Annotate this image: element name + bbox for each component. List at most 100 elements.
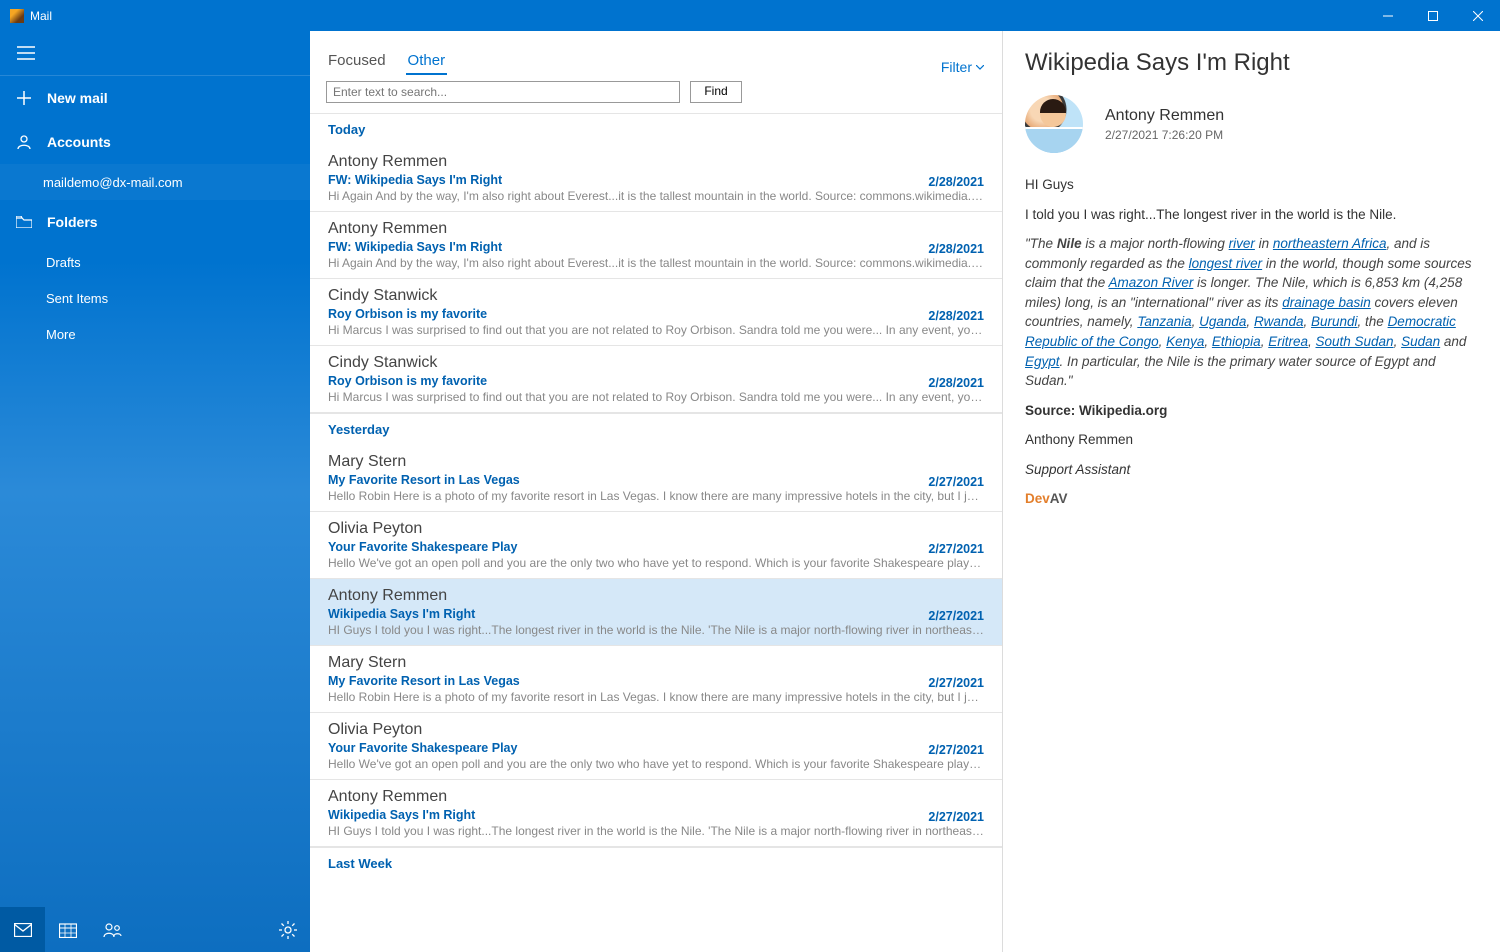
app-body: New mail Accounts maildemo@dx-mail.com F… xyxy=(0,31,1500,952)
mail-item[interactable]: Mary Stern My Favorite Resort in Las Vega… xyxy=(310,445,1002,512)
sidebar-bottom-bar xyxy=(0,907,310,952)
mail-date: 2/28/2021 xyxy=(928,376,984,390)
close-button[interactable] xyxy=(1455,0,1500,31)
link-ethiopia[interactable]: Ethiopia xyxy=(1212,334,1261,349)
mail-preview: Hello We've got an open poll and you are… xyxy=(328,556,984,570)
mail-subject: FW: Wikipedia Says I'm Right xyxy=(328,240,984,254)
folders-header[interactable]: Folders xyxy=(0,200,310,244)
mail-preview: Hi Again And by the way, I'm also right … xyxy=(328,189,984,203)
signature-role: Support Assistant xyxy=(1025,460,1478,480)
folder-icon xyxy=(15,213,33,231)
link-egypt[interactable]: Egypt xyxy=(1025,354,1060,369)
tab-focused[interactable]: Focused xyxy=(326,48,388,75)
folders-label: Folders xyxy=(47,214,98,230)
hamburger-button[interactable] xyxy=(0,31,310,76)
message-author-block: Antony Remmen 2/27/2021 7:26:20 PM xyxy=(1025,95,1478,153)
mail-date: 2/27/2021 xyxy=(928,810,984,824)
search-input[interactable] xyxy=(326,81,680,103)
message-quote: "The Nile is a major north-flowing river… xyxy=(1025,234,1478,391)
person-icon xyxy=(15,133,33,151)
message-author-name: Antony Remmen xyxy=(1105,107,1224,125)
new-mail-button[interactable]: New mail xyxy=(0,76,310,120)
account-email: maildemo@dx-mail.com xyxy=(43,175,183,190)
message-title: Wikipedia Says I'm Right xyxy=(1025,49,1478,77)
message-list-scroll[interactable]: Today Antony Remmen FW: Wikipedia Says I'm… xyxy=(310,113,1002,952)
people-nav-button[interactable] xyxy=(90,907,135,952)
folder-more[interactable]: More xyxy=(0,316,310,352)
group-header-today: Today xyxy=(310,113,1002,145)
mail-date: 2/28/2021 xyxy=(928,242,984,256)
mail-sender: Antony Remmen xyxy=(328,587,984,605)
link-uganda[interactable]: Uganda xyxy=(1199,314,1246,329)
mail-item[interactable]: Antony Remmen Wikipedia Says I'm Right2/2… xyxy=(310,579,1002,646)
people-icon xyxy=(103,923,123,937)
mail-subject: Wikipedia Says I'm Right xyxy=(328,607,984,621)
filter-dropdown[interactable]: Filter xyxy=(941,59,986,75)
mail-preview: Hello Robin Here is a photo of my favori… xyxy=(328,690,984,704)
new-mail-label: New mail xyxy=(47,90,108,106)
link-rwanda[interactable]: Rwanda xyxy=(1254,314,1304,329)
mail-nav-button[interactable] xyxy=(0,907,45,952)
settings-button[interactable] xyxy=(265,907,310,952)
message-sent-time: 2/27/2021 7:26:20 PM xyxy=(1105,128,1224,142)
mail-item[interactable]: Antony RemmenWikipedia Says I'm Right2/2… xyxy=(310,780,1002,847)
link-drainage[interactable]: drainage basin xyxy=(1282,295,1371,310)
link-burundi[interactable]: Burundi xyxy=(1311,314,1358,329)
mail-date: 2/27/2021 xyxy=(928,475,984,489)
mail-item[interactable]: Olivia Peyton Your Favorite Shakespeare P… xyxy=(310,512,1002,579)
mail-preview: HI Guys I told you I was right...The lon… xyxy=(328,824,984,838)
mail-preview: HI Guys I told you I was right...The lon… xyxy=(328,623,984,637)
link-river[interactable]: river xyxy=(1229,236,1255,251)
avatar xyxy=(1025,95,1083,153)
link-tanzania[interactable]: Tanzania xyxy=(1137,314,1191,329)
link-ne-africa[interactable]: northeastern Africa xyxy=(1273,236,1387,251)
link-sudan[interactable]: Sudan xyxy=(1401,334,1440,349)
mail-item[interactable]: Olivia PeytonYour Favorite Shakespeare P… xyxy=(310,713,1002,780)
folder-drafts[interactable]: Drafts xyxy=(0,244,310,280)
mail-subject: My Favorite Resort in Las Vegas xyxy=(328,473,984,487)
link-south-sudan[interactable]: South Sudan xyxy=(1316,334,1394,349)
app-icon xyxy=(10,9,24,23)
calendar-nav-button[interactable] xyxy=(45,907,90,952)
folder-sent-items[interactable]: Sent Items xyxy=(0,280,310,316)
gear-icon xyxy=(279,921,297,939)
mail-item[interactable]: Antony RemmenFW: Wikipedia Says I'm Righ… xyxy=(310,145,1002,212)
mail-subject: Your Favorite Shakespeare Play xyxy=(328,741,984,755)
link-amazon[interactable]: Amazon River xyxy=(1109,275,1194,290)
account-item-active[interactable]: maildemo@dx-mail.com xyxy=(0,164,310,200)
mail-subject: Your Favorite Shakespeare Play xyxy=(328,540,984,554)
accounts-header[interactable]: Accounts xyxy=(0,120,310,164)
mail-preview: Hi Marcus I was surprised to find out th… xyxy=(328,390,984,404)
mail-preview: Hi Marcus I was surprised to find out th… xyxy=(328,323,984,337)
mail-item[interactable]: Cindy StanwickRoy Orbison is my favorite… xyxy=(310,279,1002,346)
mail-sender: Antony Remmen xyxy=(328,220,984,238)
maximize-button[interactable] xyxy=(1410,0,1455,31)
link-eritrea[interactable]: Eritrea xyxy=(1268,334,1308,349)
app-title: Mail xyxy=(30,9,52,23)
mail-date: 2/27/2021 xyxy=(928,542,984,556)
message-body-line: I told you I was right...The longest riv… xyxy=(1025,205,1478,225)
mail-item[interactable]: Cindy StanwickRoy Orbison is my favorite… xyxy=(310,346,1002,413)
signature-name: Anthony Remmen xyxy=(1025,430,1478,450)
mail-date: 2/27/2021 xyxy=(928,743,984,757)
tab-other[interactable]: Other xyxy=(406,48,448,75)
mail-item[interactable]: Antony Remmen FW: Wikipedia Says I'm Righ… xyxy=(310,212,1002,279)
mail-sender: Antony Remmen xyxy=(328,153,984,171)
signature-brand: DevAV xyxy=(1025,489,1478,509)
mail-subject: My Favorite Resort in Las Vegas xyxy=(328,674,984,688)
chevron-down-icon xyxy=(976,65,984,70)
find-button[interactable]: Find xyxy=(690,81,742,103)
mail-preview: Hello Robin Here is a photo of my favori… xyxy=(328,489,984,503)
minimize-button[interactable] xyxy=(1365,0,1410,31)
list-header: Focused Other Filter Find xyxy=(310,31,1002,113)
link-kenya[interactable]: Kenya xyxy=(1166,334,1204,349)
hamburger-icon xyxy=(17,46,35,60)
mail-item[interactable]: Mary SternMy Favorite Resort in Las Vega… xyxy=(310,646,1002,713)
mail-sender: Mary Stern xyxy=(328,453,984,471)
mail-sender: Olivia Peyton xyxy=(328,520,984,538)
mail-date: 2/27/2021 xyxy=(928,609,984,623)
mail-sender: Antony Remmen xyxy=(328,788,984,806)
mail-date: 2/28/2021 xyxy=(928,309,984,323)
mail-icon xyxy=(14,923,32,937)
link-longest-river[interactable]: longest river xyxy=(1189,256,1263,271)
